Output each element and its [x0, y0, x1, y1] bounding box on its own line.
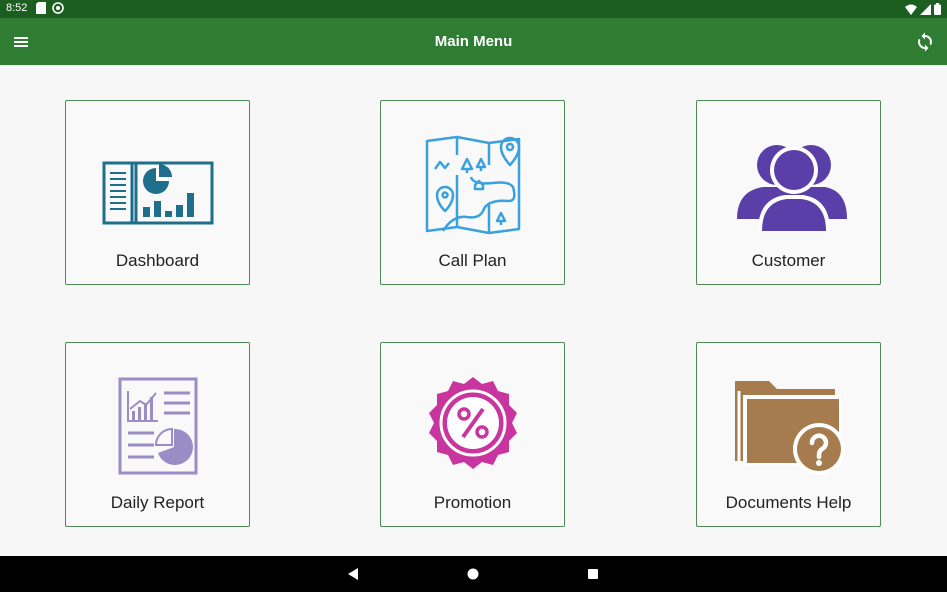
main-menu-grid: Dashboard Call Plan Customer Daily Repor… [0, 65, 947, 556]
battery-icon [934, 3, 941, 15]
app-bar: Main Menu [0, 18, 947, 65]
dashboard-icon [102, 161, 214, 225]
home-button[interactable] [464, 565, 482, 583]
status-time: 8:52 [6, 2, 28, 14]
app-notification-icon [52, 2, 64, 14]
tile-label: Call Plan [438, 251, 507, 270]
percent-badge-icon [429, 377, 517, 469]
sync-button[interactable] [913, 30, 937, 54]
customer-tile[interactable]: Customer [696, 100, 881, 285]
map-icon [425, 135, 521, 235]
tile-label: Documents Help [725, 493, 852, 512]
daily-report-tile[interactable]: Daily Report [65, 342, 250, 527]
hamburger-menu-icon [14, 37, 28, 47]
tile-label: Daily Report [110, 493, 205, 512]
promotion-tile[interactable]: Promotion [380, 342, 565, 527]
wifi-icon [904, 4, 917, 15]
menu-button[interactable] [10, 30, 34, 54]
call-plan-tile[interactable]: Call Plan [380, 100, 565, 285]
sd-card-icon [36, 2, 46, 14]
report-icon [118, 377, 198, 475]
sync-icon [918, 32, 932, 52]
dashboard-tile[interactable]: Dashboard [65, 100, 250, 285]
tile-label: Dashboard [115, 251, 200, 270]
status-right-icons [904, 3, 941, 18]
documents-help-tile[interactable]: Documents Help [696, 342, 881, 527]
folder-help-icon [735, 381, 845, 475]
signal-icon [919, 4, 931, 15]
back-icon [348, 568, 358, 580]
customer-group-icon [737, 145, 847, 231]
home-icon [467, 568, 479, 580]
tile-label: Promotion [433, 493, 512, 512]
recents-button[interactable] [584, 565, 602, 583]
back-button[interactable] [344, 565, 362, 583]
page-title: Main Menu [434, 33, 513, 50]
status-bar: 8:52 [0, 0, 947, 18]
tile-label: Customer [751, 251, 826, 270]
system-nav-bar [0, 556, 947, 592]
recents-icon [588, 569, 598, 579]
